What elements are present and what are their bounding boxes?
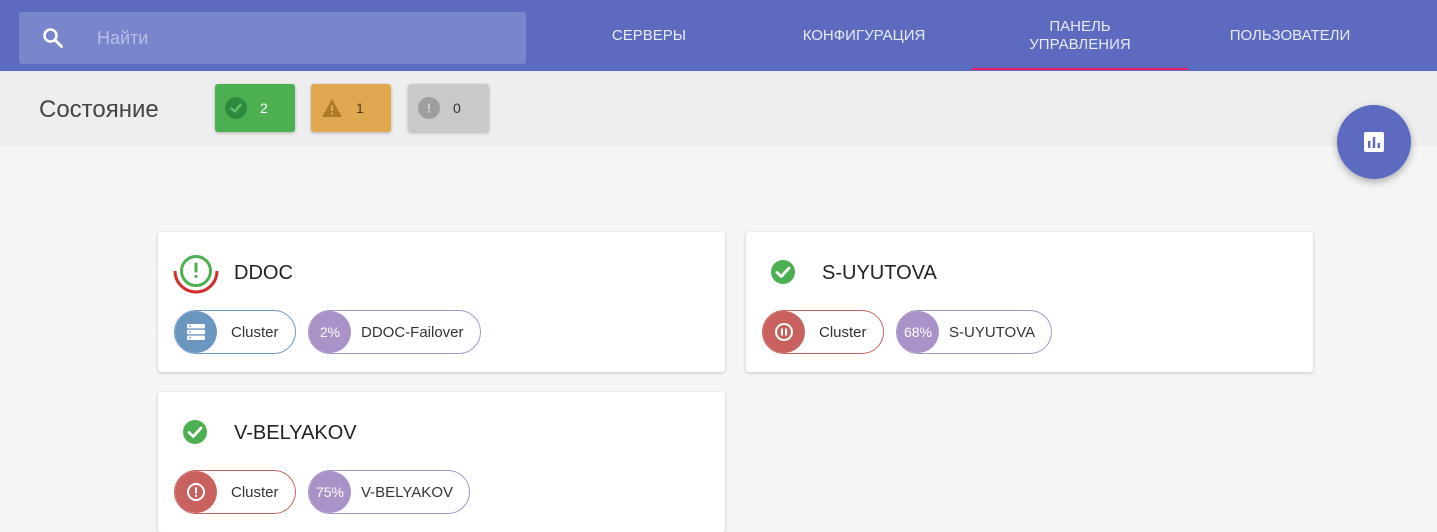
check-circle-icon: [225, 97, 247, 119]
server-list-icon: [175, 311, 217, 353]
tab-configuration[interactable]: КОНФИГУРАЦИЯ: [780, 0, 948, 71]
tab-servers[interactable]: СЕРВЕРЫ: [585, 0, 713, 71]
error-ring-icon: [173, 255, 219, 294]
server-card[interactable]: DDOC Cluster 2% DDOC-Failover: [158, 232, 725, 372]
server-name: V-BELYAKOV: [234, 422, 357, 444]
cluster-chip[interactable]: Cluster: [762, 310, 884, 354]
failover-chip[interactable]: 75% V-BELYAKOV: [308, 470, 470, 514]
failover-chip[interactable]: 68% S-UYUTOVA: [896, 310, 1053, 354]
status-warning-count: 1: [356, 100, 364, 116]
status-title: Состояние: [39, 96, 159, 123]
bar-chart-icon: [1364, 132, 1384, 152]
search-input[interactable]: [95, 26, 479, 50]
cluster-chip[interactable]: Cluster: [174, 310, 296, 354]
cluster-label: Cluster: [231, 483, 279, 501]
tab-users[interactable]: ПОЛЬЗОВАТЕЛИ: [1200, 0, 1380, 71]
failover-percent: 68%: [897, 311, 939, 353]
status-ok-count: 2: [260, 100, 268, 116]
failover-percent: 75%: [309, 471, 351, 513]
failover-label: S-UYUTOVA: [949, 323, 1036, 341]
status-error-badge[interactable]: 0: [408, 84, 489, 132]
failover-percent: 2%: [309, 311, 351, 353]
status-warning-badge[interactable]: 1: [311, 84, 391, 132]
tab-dashboard[interactable]: ПАНЕЛЬ УПРАВЛЕНИЯ: [972, 0, 1188, 71]
cluster-chip[interactable]: Cluster: [174, 470, 296, 514]
search-box[interactable]: [19, 12, 526, 64]
pause-circle-icon: [763, 311, 805, 353]
server-name: S-UYUTOVA: [822, 262, 937, 284]
failover-chip[interactable]: 2% DDOC-Failover: [308, 310, 481, 354]
failover-label: V-BELYAKOV: [361, 483, 453, 501]
server-card[interactable]: S-UYUTOVA Cluster 68% S-UYUTOVA: [746, 232, 1313, 372]
failover-label: DDOC-Failover: [361, 323, 464, 341]
check-circle-icon: [183, 420, 207, 444]
alert-circle-icon: [418, 97, 440, 119]
top-app-bar: СЕРВЕРЫ КОНФИГУРАЦИЯ ПАНЕЛЬ УПРАВЛЕНИЯ П…: [0, 0, 1437, 71]
server-name: DDOC: [234, 262, 293, 284]
status-ok-badge[interactable]: 2: [215, 84, 295, 132]
cluster-label: Cluster: [231, 323, 279, 341]
warning-icon: [321, 97, 343, 119]
cluster-label: Cluster: [819, 323, 867, 341]
check-circle-icon: [771, 260, 795, 284]
status-error-count: 0: [453, 100, 461, 116]
server-card[interactable]: V-BELYAKOV Cluster 75% V-BELYAKOV: [158, 392, 725, 532]
alert-circle-icon: [175, 471, 217, 513]
search-icon: [43, 28, 63, 48]
statistics-fab-button[interactable]: [1337, 105, 1411, 179]
